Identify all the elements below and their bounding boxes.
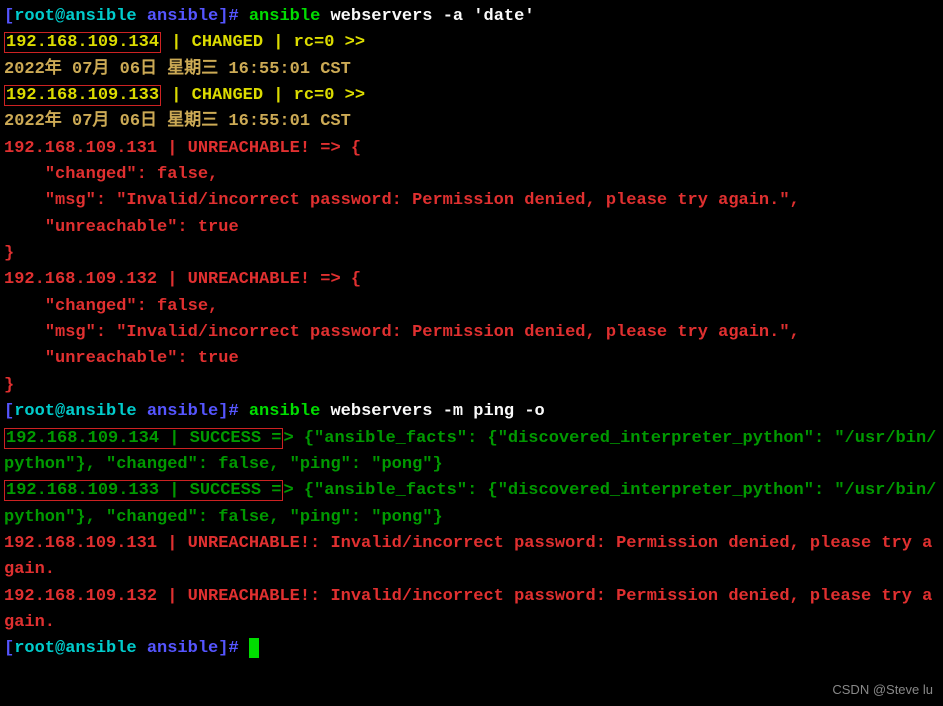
- error-line: }: [4, 241, 939, 267]
- command-args: -a 'date': [433, 7, 535, 26]
- ping-success: 192.168.109.134 | SUCCESS => {"ansible_f…: [4, 426, 939, 479]
- bracket: [: [4, 639, 14, 658]
- command-target: webservers: [320, 402, 432, 421]
- ping-success: 192.168.109.133 | SUCCESS => {"ansible_f…: [4, 478, 939, 531]
- bracket: [: [4, 402, 14, 421]
- bracket: ]#: [218, 402, 238, 421]
- host-success-highlight: 192.168.109.134 | SUCCESS =: [4, 428, 283, 449]
- error-line: "unreachable": true: [4, 346, 939, 372]
- error-line: }: [4, 373, 939, 399]
- command-ansible: ansible: [239, 402, 321, 421]
- error-line: "changed": false,: [4, 294, 939, 320]
- date-output: 2022年 07月 06日 星期三 16:55:01 CST: [4, 57, 939, 83]
- prompt-line-2[interactable]: [root@ansible ansible]# ansible webserve…: [4, 399, 939, 425]
- bracket: ]#: [218, 639, 238, 658]
- error-line: "unreachable": true: [4, 215, 939, 241]
- path: ansible: [137, 7, 219, 26]
- prompt-line-1[interactable]: [root@ansible ansible]# ansible webserve…: [4, 4, 939, 30]
- date-output: 2022年 07月 06日 星期三 16:55:01 CST: [4, 109, 939, 135]
- ping-error: 192.168.109.132 | UNREACHABLE!: Invalid/…: [4, 584, 939, 637]
- path: ansible: [137, 639, 219, 658]
- host-result: 192.168.109.133 | CHANGED | rc=0 >>: [4, 83, 939, 109]
- error-line: 192.168.109.131 | UNREACHABLE! => {: [4, 136, 939, 162]
- command-args: -m ping -o: [433, 402, 545, 421]
- prompt-line-3[interactable]: [root@ansible ansible]#: [4, 636, 939, 662]
- host-ip-highlight: 192.168.109.133: [4, 85, 161, 106]
- cursor-icon: [249, 638, 259, 658]
- host-ip-highlight: 192.168.109.134: [4, 32, 161, 53]
- status-text: | CHANGED | rc=0 >>: [161, 86, 365, 105]
- error-line: 192.168.109.132 | UNREACHABLE! => {: [4, 267, 939, 293]
- user-host: root@ansible: [14, 402, 136, 421]
- user-host: root@ansible: [14, 639, 136, 658]
- ping-error: 192.168.109.131 | UNREACHABLE!: Invalid/…: [4, 531, 939, 584]
- bracket: ]#: [218, 7, 238, 26]
- command-ansible: ansible: [239, 7, 321, 26]
- error-line: "msg": "Invalid/incorrect password: Perm…: [4, 320, 939, 346]
- host-success-highlight: 192.168.109.133 | SUCCESS =: [4, 480, 283, 501]
- path: ansible: [137, 402, 219, 421]
- host-result: 192.168.109.134 | CHANGED | rc=0 >>: [4, 30, 939, 56]
- watermark-text: CSDN @Steve lu: [832, 680, 933, 700]
- status-text: | CHANGED | rc=0 >>: [161, 33, 365, 52]
- command-target: webservers: [320, 7, 432, 26]
- bracket: [: [4, 7, 14, 26]
- terminal-output: [root@ansible ansible]# ansible webserve…: [4, 4, 939, 663]
- error-line: "msg": "Invalid/incorrect password: Perm…: [4, 188, 939, 214]
- user-host: root@ansible: [14, 7, 136, 26]
- error-line: "changed": false,: [4, 162, 939, 188]
